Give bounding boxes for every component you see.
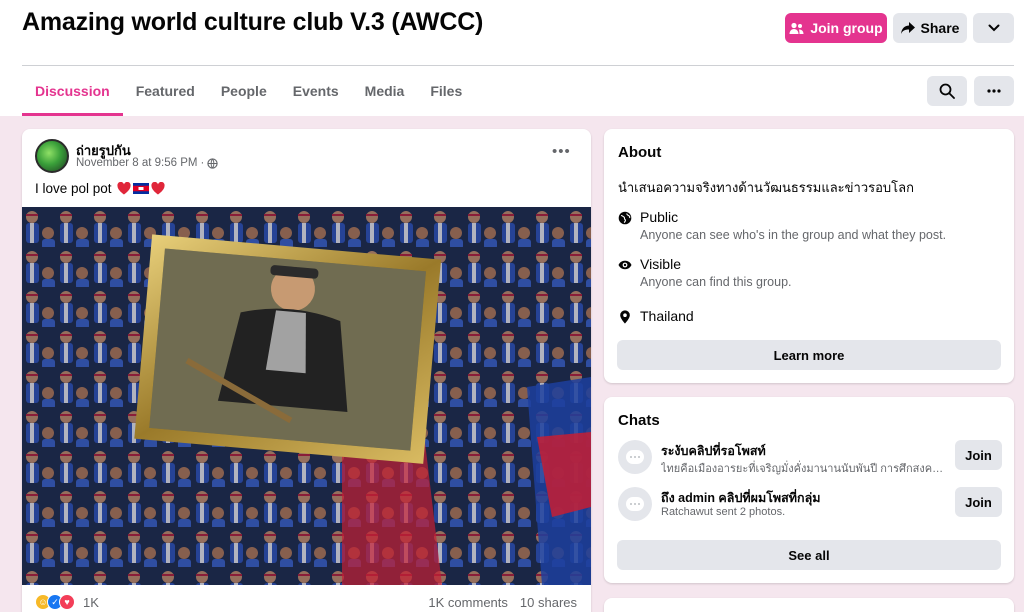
meta-separator: · [200,157,205,169]
share-label: Share [920,20,960,36]
chat-item[interactable]: ระงับคลิปที่รอโพสท์ ไทยคือเมืองอารยะที่เ… [618,438,1002,478]
about-card: About นำเสนอความจริงทางด้านวัฒนธรรมและข่… [604,129,1014,383]
ellipsis-icon [987,89,1001,93]
chat-subtitle: Ratchawut sent 2 photos. [661,506,786,518]
post-options-button[interactable]: ••• [552,143,571,160]
chat-item[interactable]: ถึง admin คลิปที่ผมโพสที่กลุ่ม Ratchawut… [618,485,1002,525]
join-chat-button[interactable]: Join [955,440,1002,470]
location-row: Thailand [618,308,694,324]
tab-featured[interactable]: Featured [123,66,208,116]
post-body: I love pol pot [35,181,112,196]
group-tabs: Discussion Featured People Events Media … [22,66,475,116]
comments-count[interactable]: 1K comments [428,595,507,610]
privacy-row: Public Anyone can see who's in the group… [618,209,946,242]
visibility-title: Visible [640,256,681,272]
chat-title[interactable]: ถึง admin คลิปที่ผมโพสที่กลุ่ม [661,488,820,508]
group-title: Amazing world culture club V.3 (AWCC) [22,8,484,36]
location-pin-icon [620,310,630,324]
post-text: I love pol pot [35,181,165,196]
post-timestamp[interactable]: November 8 at 9:56 PM [76,157,197,169]
search-button[interactable] [927,76,967,106]
join-group-button[interactable]: Join group [785,13,887,43]
heart-icon [151,182,165,195]
post-meta: November 8 at 9:56 PM · [76,157,218,169]
about-description: นำเสนอความจริงทางด้านวัฒนธรรมและข่าวรอบโ… [618,180,914,195]
chats-heading: Chats [618,412,660,429]
search-icon [939,83,955,99]
post-card: ถ่ายรูปกัน November 8 at 9:56 PM · ••• I… [22,129,591,612]
crowd-with-portrait-image [22,207,591,585]
tab-people[interactable]: People [208,66,280,116]
tab-media[interactable]: Media [352,66,418,116]
love-reaction-icon: ♥ [59,594,75,610]
chat-avatar [618,440,652,474]
post-stats: 1K comments 10 shares [428,595,577,610]
share-arrow-icon [900,22,915,34]
author-avatar[interactable] [35,139,69,173]
chat-title[interactable]: ระงับคลิปที่รอโพสท์ [661,441,766,461]
post-photo[interactable] [22,207,591,585]
visibility-description: Anyone can find this group. [640,275,792,289]
reaction-count: 1K [83,594,99,610]
chat-avatar [618,487,652,521]
people-icon [789,22,804,34]
chevron-down-icon [988,24,999,32]
eye-icon [618,260,632,270]
visibility-row: Visible Anyone can find this group. [618,256,792,289]
globe-icon [207,157,218,169]
privacy-description: Anyone can see who's in the group and wh… [640,228,947,242]
tabs-more-button[interactable] [974,76,1014,106]
join-chat-button[interactable]: Join [955,487,1002,517]
heart-icon [117,182,131,195]
shares-count[interactable]: 10 shares [520,595,577,610]
chat-subtitle: ไทยคือเมืองอารยะที่เจริญมั่งคั่งมานานนับ… [661,463,946,475]
see-all-chats-button[interactable]: See all [617,540,1001,570]
cambodia-flag-icon [132,183,149,194]
globe-icon [618,211,632,225]
more-options-button[interactable] [973,13,1014,43]
location-label[interactable]: Thailand [640,308,694,324]
learn-more-button[interactable]: Learn more [617,340,1001,370]
tab-files[interactable]: Files [417,66,475,116]
group-header: Amazing world culture club V.3 (AWCC) Jo… [0,0,1024,116]
privacy-title: Public [640,209,679,225]
tab-events[interactable]: Events [280,66,352,116]
tab-discussion[interactable]: Discussion [22,66,123,116]
join-group-label: Join group [810,20,883,36]
chat-bubble-icon [626,497,644,511]
next-card [604,598,1014,612]
share-button[interactable]: Share [893,13,967,43]
chat-bubble-icon [626,450,644,464]
reaction-summary[interactable]: ☺ ✓ ♥ 1K [35,594,99,610]
reaction-icons: ☺ ✓ ♥ [35,594,75,610]
about-heading: About [618,144,662,161]
chats-card: Chats ระงับคลิปที่รอโพสท์ ไทยคือเมืองอาร… [604,397,1014,583]
